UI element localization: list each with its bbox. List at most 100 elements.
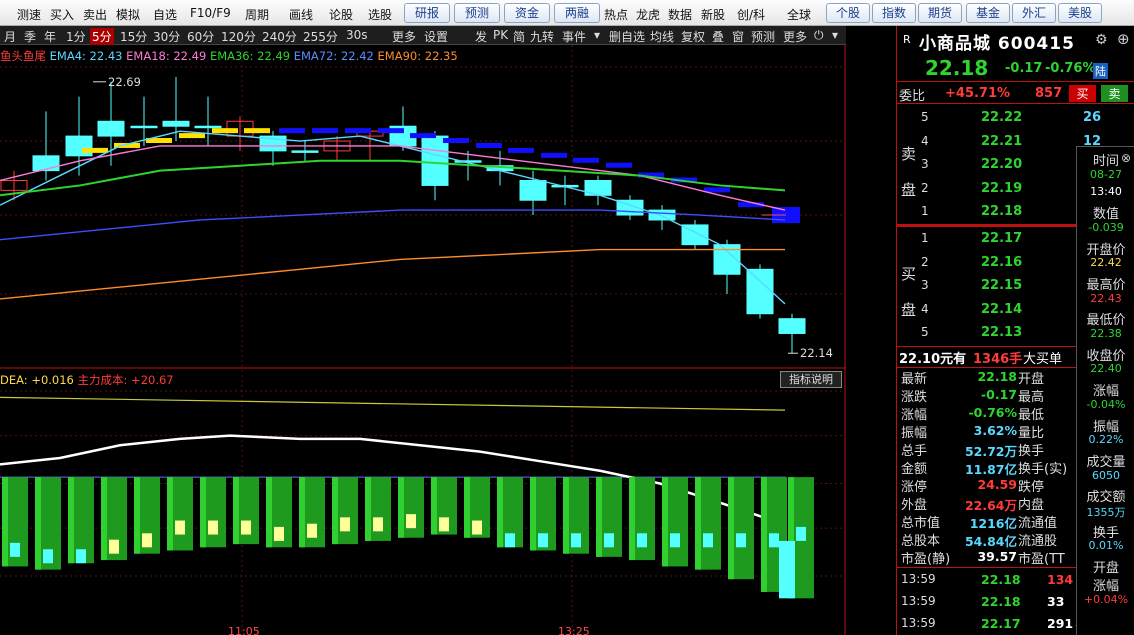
- info-label: 最高价: [1086, 277, 1126, 293]
- info-value: -0.039: [1088, 220, 1124, 234]
- weibi-row: 委比 +45.71% 857 买 卖: [897, 84, 1134, 104]
- trend-marker: [508, 147, 534, 153]
- chart-tool-item[interactable]: 窗: [732, 28, 744, 45]
- period-item[interactable]: 设置: [424, 28, 448, 45]
- toolbar-item[interactable]: 新股: [701, 6, 725, 23]
- volume-bar-highlight: [365, 477, 371, 541]
- chart-tool-item[interactable]: PK: [493, 28, 508, 42]
- chart-tool-item[interactable]: 预测: [751, 28, 775, 45]
- inner-bar: [571, 533, 581, 548]
- candle-body: [130, 125, 158, 129]
- volume-bar-highlight: [596, 477, 602, 557]
- toolbar-item[interactable]: F10/F9: [190, 6, 231, 20]
- toolbar-button[interactable]: 两融: [554, 3, 600, 23]
- info-label: 成交额: [1086, 490, 1126, 506]
- chart-tool-item[interactable]: ▾: [594, 28, 600, 42]
- period-item[interactable]: 月: [4, 28, 16, 45]
- period-item[interactable]: 1分: [66, 28, 86, 45]
- toolbar-button[interactable]: 资金: [504, 3, 550, 23]
- volume-bar-highlight: [728, 477, 734, 580]
- info-value: 1355万: [1086, 506, 1126, 519]
- toolbar-item[interactable]: 数据: [668, 6, 692, 23]
- period-item[interactable]: 季: [24, 28, 36, 45]
- toolbar-item[interactable]: 画线: [289, 6, 313, 23]
- buy-button[interactable]: 买: [1069, 85, 1096, 102]
- info-label: 开盘: [1092, 561, 1119, 577]
- chart-tool-item[interactable]: ▾: [832, 28, 838, 42]
- chart-tool-item[interactable]: 删自选: [609, 28, 645, 45]
- ema90-label: EMA90: 22.35: [377, 49, 458, 63]
- toolbar-button[interactable]: 预测: [454, 3, 500, 23]
- gear-icon[interactable]: ⚙: [1095, 32, 1108, 48]
- period-item[interactable]: 60分: [187, 28, 214, 45]
- inner-bar: [175, 520, 185, 535]
- info-label: 涨幅: [1092, 384, 1119, 400]
- trend-marker: [541, 152, 567, 158]
- chart-tool-item[interactable]: 事件: [562, 28, 586, 45]
- period-item[interactable]: 5分: [90, 28, 114, 45]
- period-item[interactable]: 15分: [120, 28, 147, 45]
- toolbar-item[interactable]: 测速: [17, 6, 41, 23]
- inner-bar: [637, 533, 647, 548]
- kline-chart[interactable]: 22.7222.5722.4222.26+0.023+0.009-0.006-0…: [0, 45, 846, 635]
- chart-tool-item[interactable]: 九转: [530, 28, 554, 45]
- chart-tool-item[interactable]: 简: [513, 28, 525, 45]
- info-value: +0.04%: [1083, 592, 1129, 606]
- toolbar-item[interactable]: 龙虎: [636, 6, 660, 23]
- toolbar-item[interactable]: 热点: [604, 6, 628, 23]
- sell-button[interactable]: 卖: [1101, 85, 1128, 102]
- period-item[interactable]: 更多: [392, 28, 416, 45]
- ema72-label: EMA72: 22.42: [293, 49, 374, 63]
- volume-bar-highlight: [299, 477, 305, 548]
- period-item[interactable]: 120分: [221, 28, 256, 45]
- period-item[interactable]: 30分: [153, 28, 180, 45]
- toolbar-button[interactable]: 指数: [872, 3, 916, 23]
- volume-bar-highlight: [266, 477, 272, 548]
- toolbar-button[interactable]: 基金: [966, 3, 1010, 23]
- chart-tool-item[interactable]: 发: [475, 28, 487, 45]
- toolbar-item[interactable]: 全球: [787, 6, 811, 23]
- inner-bar: [109, 539, 119, 554]
- chart-tool-item[interactable]: 均线: [650, 28, 674, 45]
- toolbar-item[interactable]: 选股: [368, 6, 392, 23]
- period-item[interactable]: 255分: [303, 28, 338, 45]
- toolbar-item[interactable]: 卖出: [83, 6, 107, 23]
- toolbar-item[interactable]: 周期: [245, 6, 269, 23]
- expand-icon[interactable]: ⊕: [1117, 30, 1130, 48]
- toolbar-item[interactable]: 买入: [50, 6, 74, 23]
- info-value: 22.42: [1090, 256, 1122, 270]
- candle-body: [778, 318, 806, 334]
- period-item[interactable]: 240分: [262, 28, 297, 45]
- info-value: -0.04%: [1086, 397, 1126, 411]
- info-label: 最低价: [1086, 313, 1126, 329]
- toolbar-item[interactable]: 论股: [329, 6, 353, 23]
- candle-body: [162, 120, 190, 127]
- toolbar-button[interactable]: 外汇: [1012, 3, 1056, 23]
- ask-row[interactable]: 5 22.22 26: [897, 109, 1134, 127]
- toolbar-button[interactable]: 美股: [1058, 3, 1102, 23]
- trend-marker: [82, 147, 108, 153]
- inner-bar: [670, 533, 680, 548]
- toolbar-item[interactable]: 创/科: [737, 6, 765, 23]
- volume-bar-highlight: [431, 477, 437, 535]
- toolbar-button[interactable]: 个股: [826, 3, 870, 23]
- chart-tool-item[interactable]: ⏻: [814, 28, 824, 43]
- period-item[interactable]: 年: [44, 28, 56, 45]
- trend-marker: [244, 128, 270, 134]
- indicator-help-button[interactable]: 指标说明: [780, 371, 842, 388]
- toolbar-item[interactable]: 模拟: [116, 6, 140, 23]
- trend-marker: [312, 128, 338, 134]
- period-bar: 月季年 1分 5分 15分 30分 60分 120分 240分 255分 30s 更多 设置发 PK 简九…: [0, 26, 846, 45]
- toolbar-button[interactable]: 期货: [918, 3, 962, 23]
- chart-tool-item[interactable]: 复权: [681, 28, 705, 45]
- candle-body: [519, 180, 547, 201]
- inner-bar: [340, 517, 350, 532]
- info-value: 6050: [1092, 468, 1120, 482]
- info-value: 13:40: [1090, 185, 1122, 199]
- toolbar-button[interactable]: 研报: [404, 3, 450, 23]
- period-item[interactable]: 30s: [346, 28, 368, 42]
- chart-tool-item[interactable]: 叠: [712, 28, 724, 45]
- main-toolbar: 测速 买入 卖出 模拟 自选 F10/F9 周期 画线 论股 选股 研报 预测 资金 两融 热点 龙虎 数据 新股…: [0, 0, 1134, 26]
- toolbar-item[interactable]: 自选: [153, 6, 177, 23]
- chart-tool-item[interactable]: 更多: [783, 28, 807, 45]
